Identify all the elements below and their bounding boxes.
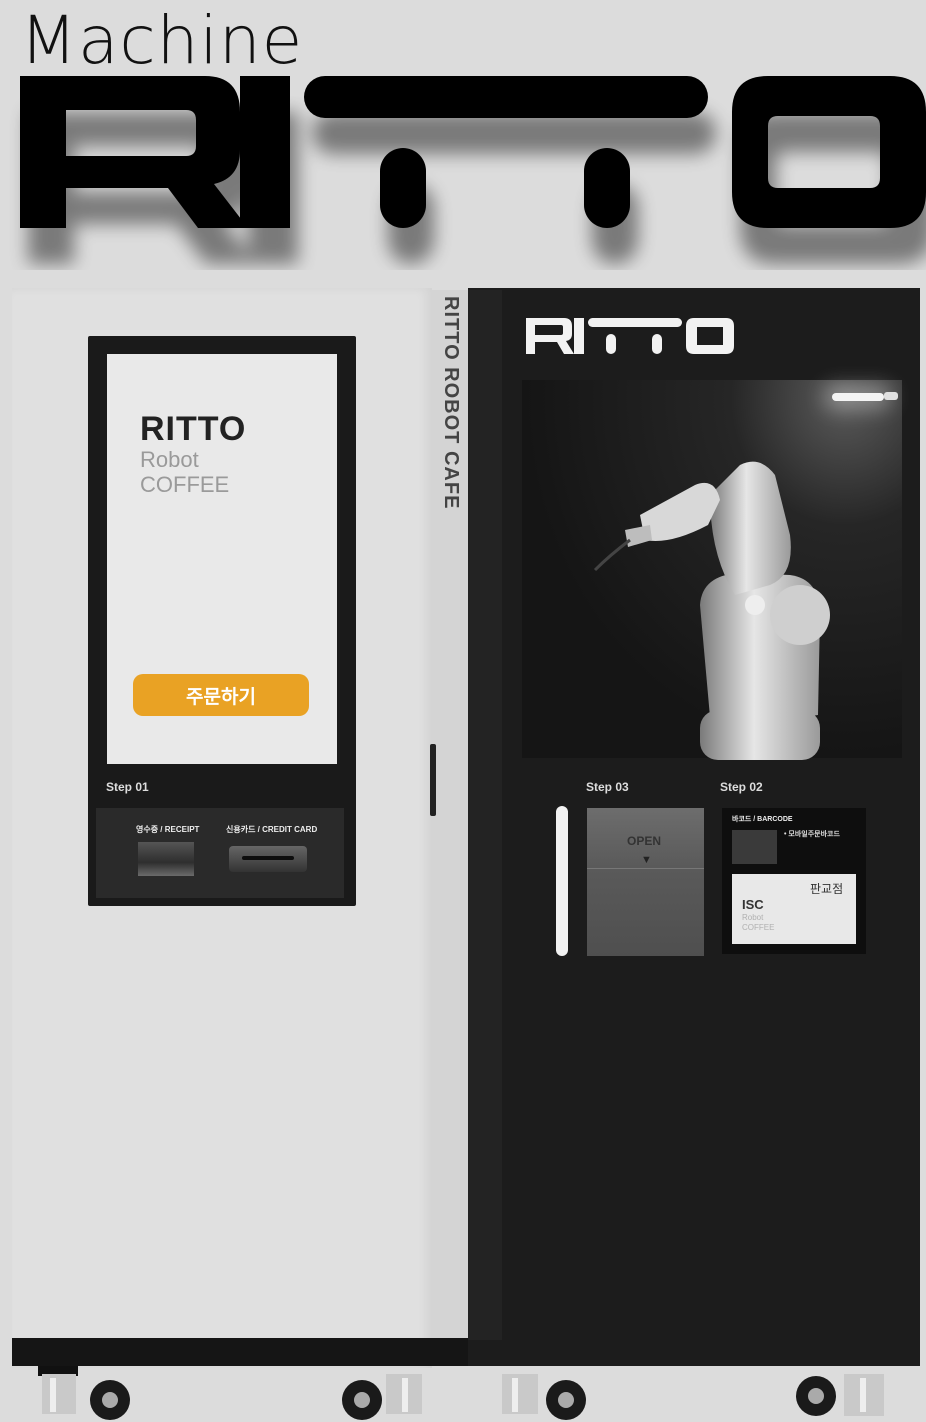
caster-wheel-icon: [342, 1374, 422, 1420]
store-card-line-robot: Robot: [742, 913, 764, 922]
pickup-door-seam: [587, 868, 704, 869]
ritto-logo-small: [526, 318, 734, 354]
screen-subtitle-robot: Robot: [140, 447, 199, 472]
step-02-label: Step 02: [720, 780, 763, 794]
barcode-note: • 모바일주문바코드: [784, 831, 840, 838]
barcode-scanner[interactable]: [732, 830, 777, 864]
barcode-label: 바코드 / BARCODE: [732, 816, 793, 823]
caster-wheel-icon: [796, 1374, 884, 1416]
store-name: 판교점: [810, 882, 844, 896]
store-card-title: ISC: [742, 897, 764, 912]
pickup-open-label: OPEN: [627, 834, 662, 848]
status-light-bar: [556, 806, 568, 956]
step-01-label: Step 01: [106, 780, 149, 794]
robot-arm: [593, 461, 830, 760]
credit-card-label: 신용카드 / CREDIT CARD: [226, 825, 318, 834]
store-card-line-coffee: COFFEE: [742, 923, 775, 932]
ritto-logo-large: [20, 76, 926, 228]
receipt-label: 영수증 / RECEIPT: [136, 825, 200, 834]
screen-subtitle-coffee: COFFEE: [140, 472, 230, 497]
screen-brand: RITTO: [140, 410, 247, 448]
pickup-door[interactable]: [587, 808, 704, 956]
kiosk-base: [12, 1338, 470, 1366]
card-slot: [242, 856, 294, 860]
booth-side-panel: [468, 290, 502, 1340]
down-arrow-icon: ▼: [641, 854, 652, 866]
receipt-printer-slot[interactable]: [138, 842, 194, 876]
order-button[interactable]: 주문하기: [133, 674, 309, 716]
step-03-label: Step 03: [586, 780, 629, 794]
caster-wheel-icon: [502, 1374, 586, 1420]
ceiling-light-bracket: [884, 392, 898, 400]
door-handle[interactable]: [430, 744, 436, 816]
ceiling-light: [832, 393, 884, 401]
side-strip-text: RITTO ROBOT CAFE: [440, 296, 462, 510]
caster-wheel-icon: [38, 1366, 130, 1420]
